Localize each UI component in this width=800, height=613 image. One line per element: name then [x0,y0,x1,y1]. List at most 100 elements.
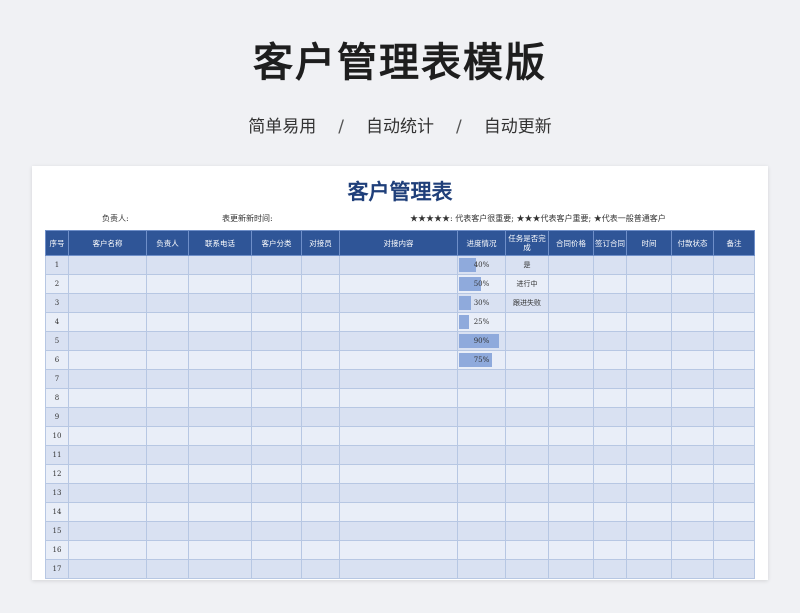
row-number-cell[interactable]: 9 [45,407,69,427]
table-cell[interactable] [713,426,755,446]
row-number-cell[interactable]: 13 [45,483,69,503]
task-status-cell[interactable] [505,350,549,370]
table-cell[interactable] [301,540,340,560]
table-cell[interactable] [548,464,594,484]
table-cell[interactable] [339,483,458,503]
task-status-cell[interactable]: 跟进失败 [505,293,549,313]
row-number-cell[interactable]: 6 [45,350,69,370]
progress-cell[interactable]: 30% [457,293,506,313]
table-cell[interactable] [713,255,755,275]
table-cell[interactable] [593,483,627,503]
table-cell[interactable] [339,540,458,560]
table-cell[interactable] [251,331,302,351]
table-cell[interactable] [671,445,714,465]
progress-cell[interactable] [457,559,506,579]
table-cell[interactable] [251,293,302,313]
table-cell[interactable] [593,521,627,541]
table-cell[interactable] [671,407,714,427]
table-cell[interactable] [671,350,714,370]
table-cell[interactable] [339,521,458,541]
table-cell[interactable] [68,293,147,313]
table-cell[interactable] [68,255,147,275]
table-cell[interactable] [626,312,672,332]
table-cell[interactable] [671,426,714,446]
table-cell[interactable] [146,483,189,503]
table-cell[interactable] [548,445,594,465]
table-cell[interactable] [339,350,458,370]
row-number-cell[interactable]: 3 [45,293,69,313]
table-cell[interactable] [548,388,594,408]
table-cell[interactable] [671,521,714,541]
table-cell[interactable] [339,407,458,427]
table-cell[interactable] [301,331,340,351]
table-cell[interactable] [146,274,189,294]
progress-cell[interactable]: 40% [457,255,506,275]
table-cell[interactable] [671,502,714,522]
table-cell[interactable] [339,559,458,579]
table-cell[interactable] [713,407,755,427]
table-cell[interactable] [68,540,147,560]
table-cell[interactable] [548,331,594,351]
row-number-cell[interactable]: 5 [45,331,69,351]
progress-cell[interactable] [457,483,506,503]
progress-cell[interactable] [457,388,506,408]
table-cell[interactable] [68,274,147,294]
task-status-cell[interactable] [505,559,549,579]
table-cell[interactable] [548,274,594,294]
table-cell[interactable] [301,369,340,389]
table-cell[interactable] [339,464,458,484]
table-cell[interactable] [301,255,340,275]
table-cell[interactable] [188,559,252,579]
table-cell[interactable] [188,312,252,332]
progress-cell[interactable]: 90% [457,331,506,351]
table-cell[interactable] [146,331,189,351]
table-cell[interactable] [301,312,340,332]
table-cell[interactable] [301,274,340,294]
table-cell[interactable] [593,312,627,332]
progress-cell[interactable] [457,502,506,522]
table-cell[interactable] [593,407,627,427]
row-number-cell[interactable]: 1 [45,255,69,275]
table-cell[interactable] [548,312,594,332]
table-cell[interactable] [146,350,189,370]
table-cell[interactable] [713,521,755,541]
table-cell[interactable] [251,407,302,427]
row-number-cell[interactable]: 7 [45,369,69,389]
table-cell[interactable] [188,521,252,541]
table-cell[interactable] [251,559,302,579]
table-cell[interactable] [713,331,755,351]
table-cell[interactable] [626,483,672,503]
row-number-cell[interactable]: 8 [45,388,69,408]
table-cell[interactable] [188,293,252,313]
table-cell[interactable] [713,540,755,560]
table-cell[interactable] [251,464,302,484]
table-cell[interactable] [593,445,627,465]
table-cell[interactable] [146,388,189,408]
table-cell[interactable] [68,350,147,370]
table-cell[interactable] [593,388,627,408]
table-cell[interactable] [339,331,458,351]
table-cell[interactable] [188,274,252,294]
table-cell[interactable] [68,559,147,579]
row-number-cell[interactable]: 16 [45,540,69,560]
task-status-cell[interactable] [505,426,549,446]
table-cell[interactable] [68,502,147,522]
table-cell[interactable] [548,426,594,446]
table-cell[interactable] [301,464,340,484]
table-cell[interactable] [671,369,714,389]
table-cell[interactable] [548,407,594,427]
progress-cell[interactable] [457,407,506,427]
table-cell[interactable] [251,521,302,541]
table-cell[interactable] [548,502,594,522]
table-cell[interactable] [301,521,340,541]
table-cell[interactable] [671,293,714,313]
table-cell[interactable] [68,312,147,332]
row-number-cell[interactable]: 12 [45,464,69,484]
table-cell[interactable] [68,369,147,389]
table-cell[interactable] [188,255,252,275]
table-cell[interactable] [626,369,672,389]
table-cell[interactable] [548,483,594,503]
table-cell[interactable] [713,274,755,294]
table-cell[interactable] [146,426,189,446]
table-cell[interactable] [548,369,594,389]
